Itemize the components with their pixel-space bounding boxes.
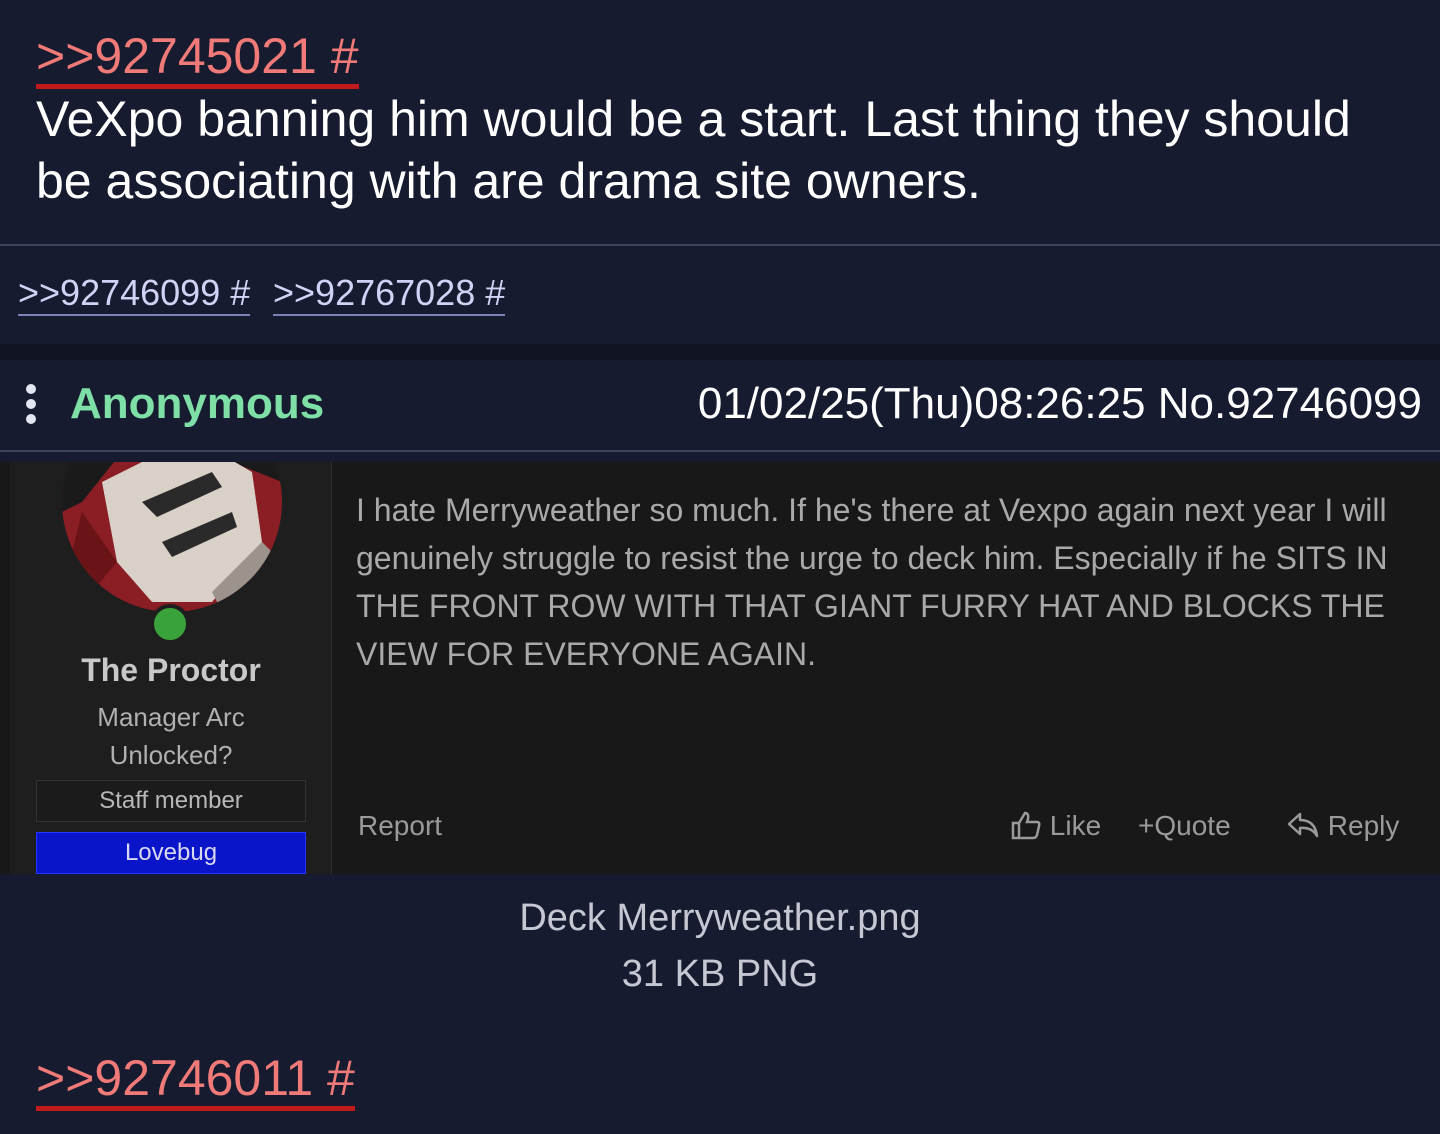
forum-user-title-line: Unlocked? [109,740,233,770]
forum-user-title-line: Manager Arc [97,702,245,732]
reply-action: Reply [1286,808,1399,844]
like-label: Like [1049,810,1102,841]
like-action: Like [1010,808,1101,844]
reply-arrow-icon [1287,812,1319,838]
file-info: Deck Merryweather.png 31 KB PNG [0,890,1440,1002]
quote-link[interactable]: >>92745021 # [36,28,359,89]
report-link: Report [358,810,443,841]
plus-icon: + [1138,810,1155,841]
backlink[interactable]: >>92746099 # [18,272,251,316]
poster-name: Anonymous [70,379,325,428]
staff-badge: Staff member [36,780,306,822]
online-status-icon [150,604,190,644]
forum-post-text: I hate Merryweather so much. If he's the… [356,492,1388,672]
file-meta: 31 KB PNG [621,953,819,995]
kebab-menu-icon[interactable] [22,384,40,430]
forum-username: The Proctor [81,652,261,688]
quote-action: +Quote [1138,808,1231,844]
post-date-number[interactable]: 01/02/25(Thu)08:26:25 No.92746099 [698,378,1422,430]
quote-link[interactable]: >>92746011 # [36,1050,355,1111]
thumbs-up-icon [1011,811,1041,840]
post-divider [0,344,1440,360]
forum-user-title: Manager Arc Unlocked? [10,698,332,774]
backlink[interactable]: >>92767028 # [273,272,506,316]
quote-label: Quote [1154,810,1231,841]
group-badge: Lovebug [36,832,306,874]
reply-label: Reply [1327,810,1400,841]
post-comment: VeXpo banning him would be a start. Last… [36,91,1351,209]
top-post: >>92745021 # VeXpo banning him would be … [0,0,1440,246]
file-name[interactable]: Deck Merryweather.png [0,890,1440,946]
post-image[interactable]: The Proctor Manager Arc Unlocked? Staff … [0,462,1440,874]
